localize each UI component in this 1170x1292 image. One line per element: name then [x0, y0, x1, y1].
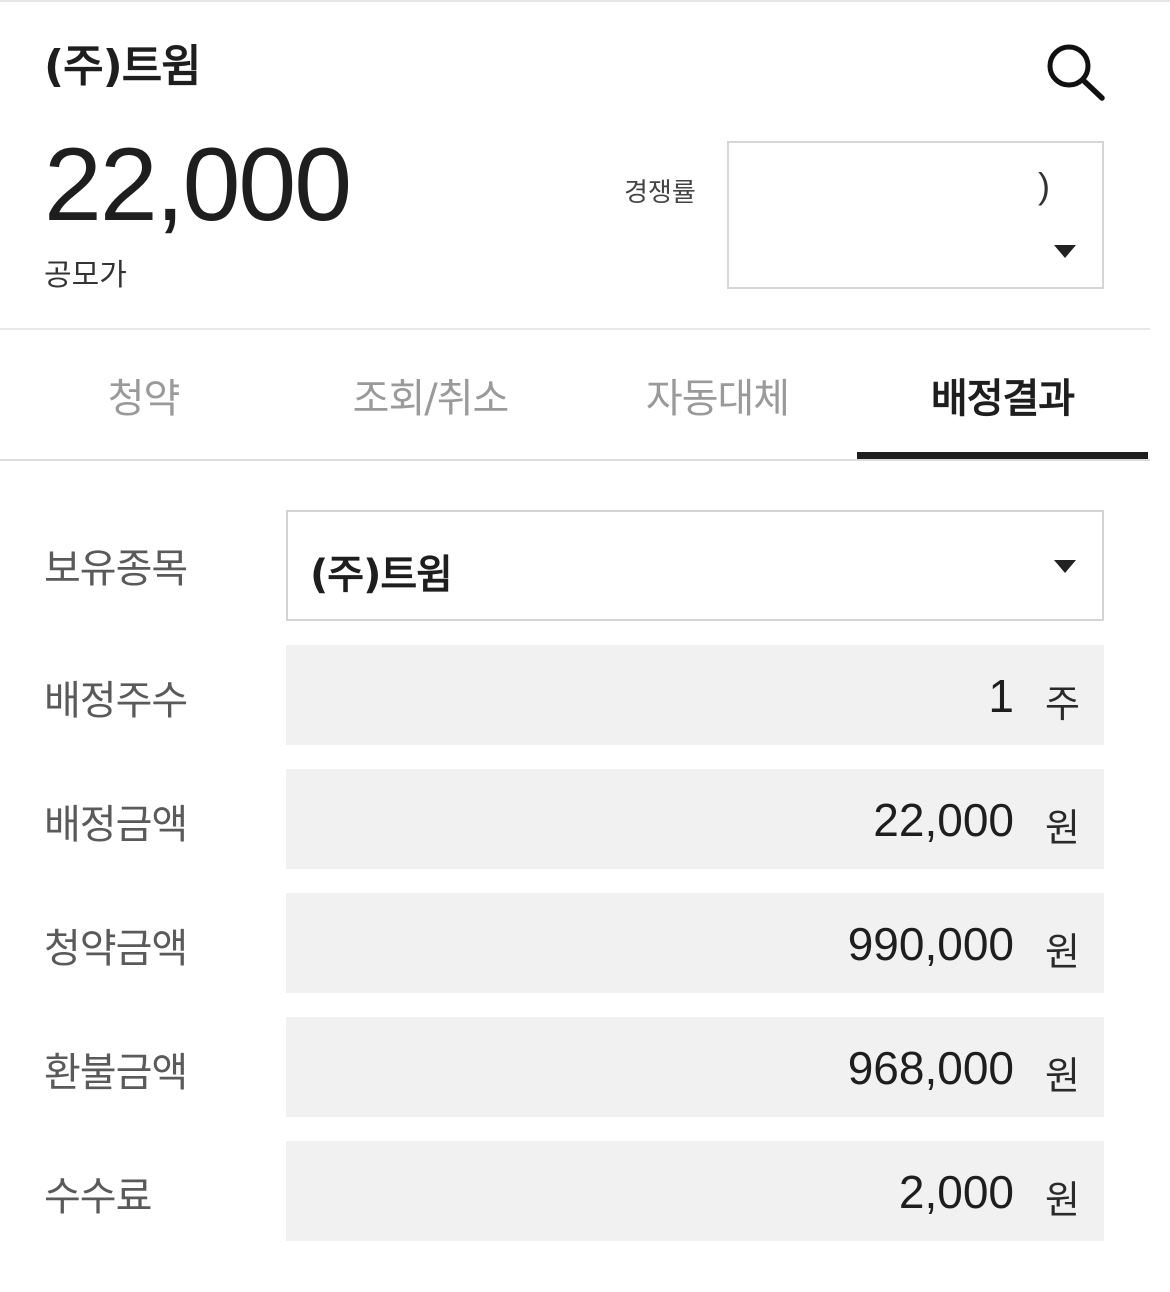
allocated-shares-field: 1 주	[286, 645, 1104, 745]
allocated-amount-unit: 원	[1045, 806, 1080, 850]
competition-dropdown[interactable]: )	[727, 141, 1104, 289]
refund-amount-unit: 원	[1045, 1054, 1080, 1098]
search-button[interactable]	[1038, 36, 1110, 108]
holding-label: 보유종목	[44, 546, 188, 592]
allocated-shares-value: 1	[988, 670, 1014, 722]
fee-field: 2,000 원	[286, 1141, 1104, 1241]
fee-value: 2,000	[898, 1166, 1014, 1218]
allocated-shares-unit: 주	[1045, 682, 1080, 726]
tab-auto-transfer[interactable]: 자동대체	[574, 330, 861, 460]
refund-amount-field: 968,000 원	[286, 1017, 1104, 1117]
tab-inquiry-cancel[interactable]: 조회/취소	[287, 330, 574, 460]
subscription-amount-field: 990,000 원	[286, 893, 1104, 993]
allocated-amount-value: 22,000	[873, 794, 1014, 846]
refund-amount-value: 968,000	[847, 1042, 1014, 1094]
tab-subscription[interactable]: 청약	[0, 330, 287, 460]
tab-allocation-result[interactable]: 배정결과	[857, 330, 1148, 460]
allocated-shares-label: 배정주수	[44, 678, 188, 724]
holding-dropdown[interactable]: (주)트윔	[286, 510, 1104, 621]
refund-amount-label: 환불금액	[44, 1050, 188, 1096]
chevron-down-icon	[1054, 245, 1076, 258]
active-tab-indicator	[857, 452, 1148, 459]
competition-value: )	[1038, 165, 1050, 206]
chevron-down-icon	[1054, 560, 1076, 573]
subscription-amount-unit: 원	[1045, 930, 1080, 974]
search-icon	[1047, 44, 1105, 101]
fee-label: 수수료	[44, 1174, 152, 1220]
holding-value: (주)트윔	[310, 552, 453, 598]
stock-title: (주)트윔	[44, 41, 202, 92]
top-divider	[0, 0, 1170, 2]
offer-price-label: 공모가	[44, 258, 127, 293]
offer-price: 22,000	[44, 127, 352, 243]
allocated-amount-field: 22,000 원	[286, 769, 1104, 869]
competition-label: 경쟁률	[624, 178, 696, 208]
allocated-amount-label: 배정금액	[44, 802, 188, 848]
subscription-amount-value: 990,000	[847, 918, 1014, 970]
tab-bar-divider	[0, 459, 1150, 461]
tab-bar: 청약 조회/취소 자동대체 배정결과	[0, 330, 1150, 462]
subscription-amount-label: 청약금액	[44, 926, 188, 972]
fee-unit: 원	[1045, 1178, 1080, 1222]
